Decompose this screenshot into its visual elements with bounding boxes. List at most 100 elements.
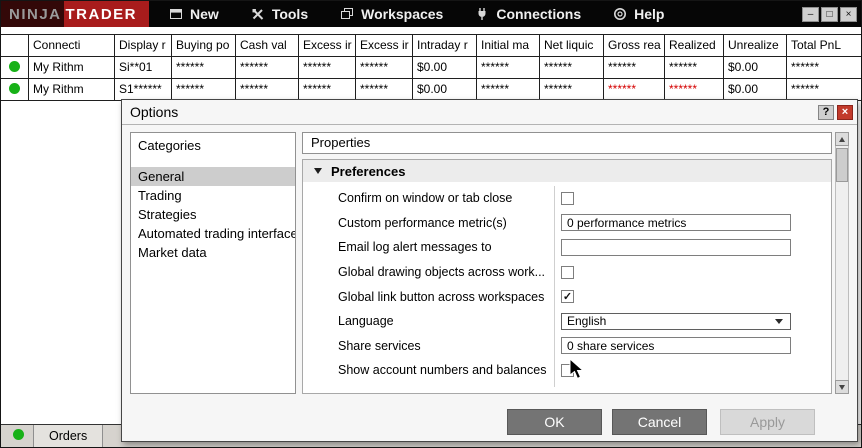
menu-label: New [190, 6, 219, 22]
column-header[interactable]: Cash val [236, 35, 299, 57]
scrollbar-thumb[interactable] [836, 148, 848, 182]
table-cell: ****** [236, 57, 299, 79]
menu-tools[interactable]: Tools [251, 6, 308, 22]
scroll-down-button[interactable] [835, 380, 849, 394]
property-label: Global drawing objects across work... [338, 265, 546, 280]
ok-button[interactable]: OK [507, 409, 602, 435]
menu-workspaces[interactable]: Workspaces [340, 6, 443, 22]
column-header[interactable]: Intraday r [413, 35, 477, 57]
workspaces-icon [340, 7, 354, 21]
cancel-button[interactable]: Cancel [612, 409, 707, 435]
column-header[interactable]: Connecti [29, 35, 115, 57]
connection-status-cell [1, 57, 29, 79]
help-button[interactable]: ? [818, 104, 834, 120]
property-row: Global drawing objects across work... [303, 260, 831, 285]
table-cell: ****** [299, 57, 356, 79]
category-item-strategies[interactable]: Strategies [131, 205, 295, 224]
table-cell: ****** [477, 79, 540, 101]
maximize-button[interactable]: □ [821, 6, 838, 22]
email-log-alert-messages-to-field[interactable] [561, 238, 791, 256]
category-item-trading[interactable]: Trading [131, 186, 295, 205]
properties-body: Preferences Confirm on window or tab clo… [302, 159, 832, 394]
menu-help[interactable]: Help [613, 6, 664, 22]
table-cell: My Rithm [29, 79, 115, 101]
table-cell: ****** [172, 57, 236, 79]
column-header[interactable]: Total PnL [787, 35, 861, 57]
logo-trader-text: TRADER [63, 1, 150, 27]
chevron-down-icon [775, 318, 783, 324]
property-label: Language [338, 314, 394, 329]
menu-label: Help [634, 6, 665, 22]
accounts-table: Connecti Display r Buying po Cash val Excess… [1, 34, 861, 101]
table-cell: ****** [604, 57, 665, 79]
table-cell: ****** [356, 57, 413, 79]
share-services-field[interactable]: 0 share services [561, 337, 791, 355]
table-cell: ****** [665, 57, 724, 79]
menu-label: Connections [496, 6, 582, 22]
table-cell: ****** [477, 57, 540, 79]
preferences-label: Preferences [331, 163, 406, 179]
property-label: Share services [338, 338, 421, 353]
table-cell: ****** [787, 57, 861, 79]
scroll-up-button[interactable] [835, 132, 849, 146]
properties-scrollbar[interactable] [835, 132, 849, 394]
property-label: Global link button across workspaces [338, 289, 545, 304]
ninjatrader-window: NINJA TRADER New Tools Workspaces Connection… [0, 0, 862, 448]
column-header[interactable]: Display r [115, 35, 172, 57]
language-select[interactable]: English [561, 312, 791, 330]
connection-status-cell [1, 79, 29, 101]
new-window-icon [169, 7, 183, 21]
table-cell: $0.00 [413, 57, 477, 79]
table-cell: Si**01 [115, 57, 172, 79]
table-cell: ****** [299, 79, 356, 101]
titlebar: NINJA TRADER New Tools Workspaces Connection… [1, 1, 861, 27]
scrollbar-track[interactable] [835, 146, 849, 380]
property-label: Custom performance metric(s) [338, 215, 507, 230]
column-header[interactable]: Gross rea [604, 35, 665, 57]
property-rows: Confirm on window or tab close Custom per… [303, 186, 831, 383]
show-account-numbers-and-balances-checkbox[interactable] [561, 363, 574, 377]
table-cell: ****** [540, 57, 604, 79]
column-header[interactable]: Realized [665, 35, 724, 57]
custom-performance-metric-s-field[interactable]: 0 performance metrics [561, 214, 791, 232]
column-header[interactable]: Excess ir [299, 35, 356, 57]
menu-connections[interactable]: Connections [475, 6, 581, 22]
category-item-automated-trading-interface[interactable]: Automated trading interface [131, 224, 295, 243]
help-icon [613, 7, 627, 21]
global-link-button-across-workspaces-checkbox[interactable]: ✓ [561, 290, 574, 304]
property-row: Share services 0 share services [303, 334, 831, 359]
tools-icon [251, 7, 265, 21]
category-item-general[interactable]: General [131, 167, 295, 186]
column-header[interactable]: Unrealize [724, 35, 787, 57]
label-control-divider [554, 186, 555, 387]
close-icon[interactable]: × [837, 104, 853, 120]
column-header[interactable]: Excess ir [356, 35, 413, 57]
property-row: Confirm on window or tab close [303, 186, 831, 211]
menu-new[interactable]: New [169, 6, 219, 22]
property-row: Show account numbers and balances [303, 358, 831, 383]
table-cell: ****** [665, 79, 724, 101]
column-header[interactable]: Initial ma [477, 35, 540, 57]
minimize-button[interactable]: – [802, 6, 819, 22]
menu-bar: New Tools Workspaces Connections Help [169, 6, 664, 22]
close-button[interactable]: × [840, 6, 857, 22]
table-cell: ****** [604, 79, 665, 101]
column-header[interactable] [1, 35, 29, 57]
dialog-titlebar: Options ? × [122, 100, 857, 125]
table-cell: ****** [787, 79, 861, 101]
menu-label: Workspaces [361, 6, 444, 22]
tab-orders[interactable]: Orders [33, 425, 104, 447]
table-cell: ****** [172, 79, 236, 101]
options-dialog: Options ? × Categories General Trading Str… [121, 99, 858, 442]
category-item-market-data[interactable]: Market data [131, 243, 295, 262]
dialog-buttons: OK Cancel Apply [507, 409, 815, 435]
column-header[interactable]: Buying po [172, 35, 236, 57]
confirm-on-window-or-tab-close-checkbox[interactable] [561, 191, 574, 205]
column-header[interactable]: Net liquic [540, 35, 604, 57]
property-row: Email log alert messages to [303, 235, 831, 260]
connections-icon [475, 7, 489, 21]
global-drawing-objects-across-work-checkbox[interactable] [561, 265, 574, 279]
preferences-section-header[interactable]: Preferences [303, 160, 831, 182]
table-cell: $0.00 [413, 79, 477, 101]
window-controls: – □ × [802, 6, 857, 22]
